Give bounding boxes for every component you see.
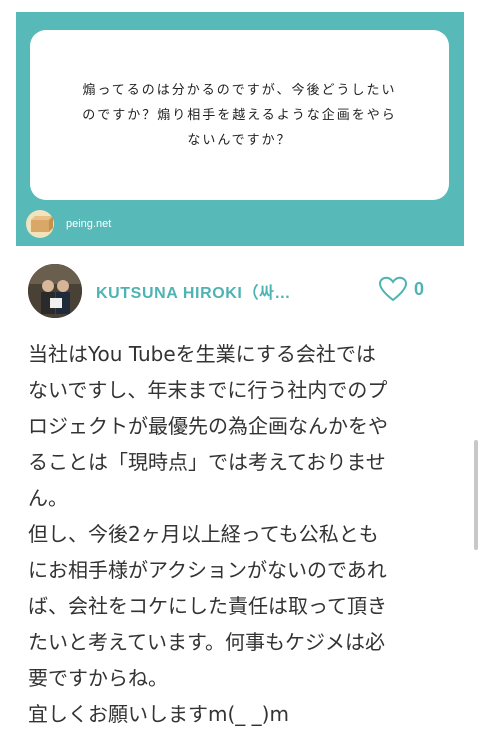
brand-name[interactable]: peing.net — [66, 218, 111, 230]
question-card: 煽ってるのは分かるのですが、今後どうしたい のですか？煽り相手を越えるような企画… — [30, 30, 449, 200]
like-count: 0 — [414, 278, 425, 299]
user-avatar[interactable] — [28, 264, 82, 318]
answer-header: KUTSUNA HIROKI（싸… 0 — [28, 264, 458, 318]
question-panel: 煽ってるのは分かるのですが、今後どうしたい のですか？煽り相手を越えるような企画… — [16, 12, 464, 246]
peing-box-logo-icon — [26, 210, 54, 238]
page: 煽ってるのは分かるのですが、今後どうしたい のですか？煽り相手を越えるような企画… — [0, 0, 480, 756]
question-text: 煽ってるのは分かるのですが、今後どうしたい のですか？煽り相手を越えるような企画… — [82, 82, 397, 148]
heart-outline-icon — [378, 276, 408, 302]
scrollbar[interactable] — [474, 440, 478, 550]
answerer-name[interactable]: KUTSUNA HIROKI（싸… — [96, 279, 322, 303]
brand-row[interactable]: peing.net — [26, 210, 111, 238]
like-button[interactable]: 0 — [378, 276, 424, 302]
answer-body: 当社はYou Tubeを生業にする会社では ないですし、年末までに行う社内でのプ… — [28, 342, 388, 726]
